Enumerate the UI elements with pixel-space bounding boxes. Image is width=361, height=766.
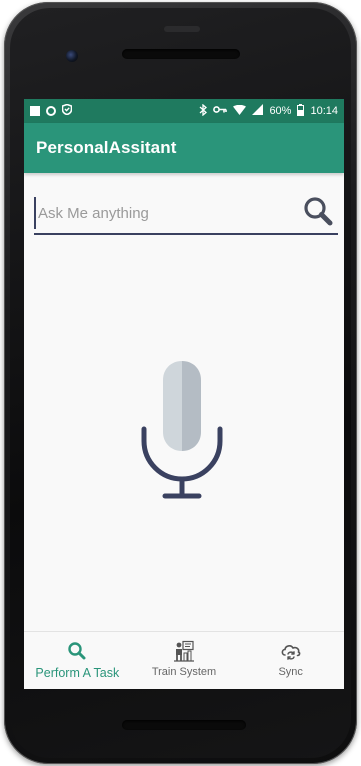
nav-label-perform-a-task: Perform A Task [35, 666, 120, 680]
bottom-speaker [122, 720, 246, 730]
app-bar: PersonalAssitant [24, 123, 344, 173]
status-bar-right: 60% 10:14 [199, 103, 338, 119]
bluetooth-icon [199, 103, 208, 119]
nav-label-sync: Sync [278, 666, 303, 678]
status-time: 10:14 [310, 105, 338, 117]
search-icon[interactable] [302, 195, 334, 227]
status-bar: 60% 10:14 [24, 99, 344, 123]
train-system-icon [173, 640, 195, 662]
notification-square-icon [30, 106, 40, 116]
bottom-navigation: Perform A Task Train System Sync [24, 631, 344, 689]
shield-icon [61, 103, 73, 118]
status-bar-left [30, 103, 73, 118]
nav-label-train-system: Train System [151, 666, 217, 678]
search-bar [34, 191, 338, 235]
cell-signal-icon [252, 104, 264, 118]
app-title: PersonalAssitant [36, 138, 177, 157]
microphone-icon[interactable] [137, 361, 227, 501]
notification-circle-icon [46, 106, 56, 116]
top-bezel-notch [164, 26, 200, 32]
battery-percent: 60% [269, 105, 292, 117]
nav-item-train-system[interactable]: Train System [131, 632, 238, 689]
battery-icon [297, 103, 305, 119]
search-input[interactable] [34, 197, 284, 229]
front-camera [66, 50, 78, 62]
top-speaker [122, 49, 240, 59]
vpn-key-icon [213, 105, 228, 117]
sync-icon [280, 640, 302, 662]
wifi-icon [233, 104, 247, 118]
app-screen: 60% 10:14 PersonalAssitant Ask Me anythi… [24, 99, 344, 689]
nav-item-perform-a-task[interactable]: Perform A Task [24, 632, 131, 689]
search-icon [66, 640, 88, 662]
nav-item-sync[interactable]: Sync [237, 632, 344, 689]
